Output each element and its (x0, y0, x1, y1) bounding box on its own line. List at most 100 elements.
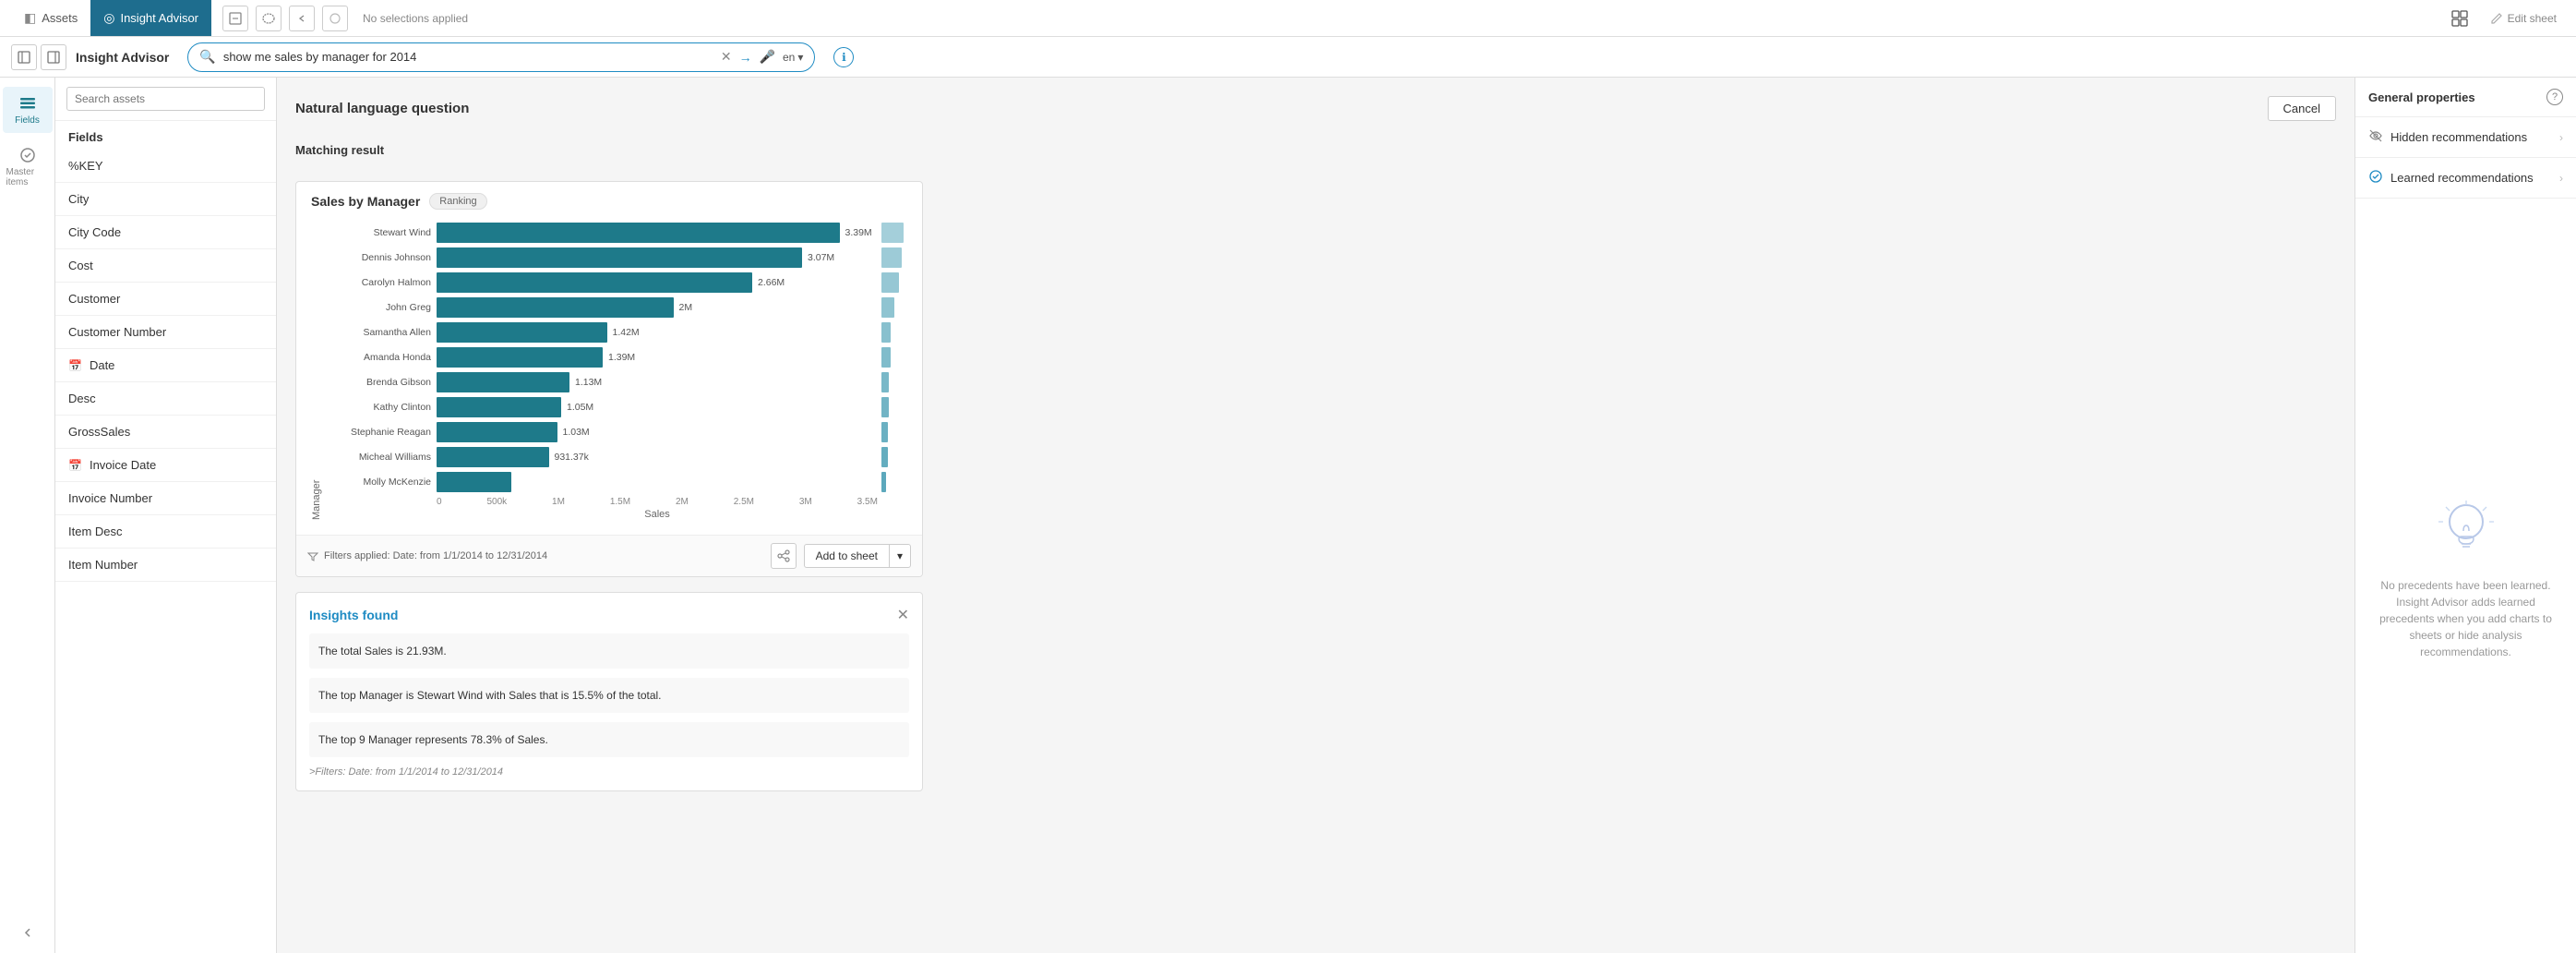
bar-container: 1.03M (437, 422, 878, 442)
field-item[interactable]: Item Number (55, 549, 276, 582)
search-input[interactable] (223, 50, 713, 64)
add-to-sheet-btn[interactable]: Add to sheet ▾ (804, 544, 911, 568)
language-select[interactable]: en ▾ (783, 51, 803, 64)
add-sheet-dropdown-arrow[interactable]: ▾ (890, 545, 910, 567)
submit-search-btn[interactable]: → (739, 50, 752, 65)
field-item[interactable]: %KEY (55, 150, 276, 183)
bar-label: John Greg (329, 302, 431, 313)
assets-search-input[interactable] (66, 87, 265, 111)
bar-label: Samantha Allen (329, 327, 431, 338)
insight-advisor-toplabel: Insight Advisor (120, 11, 198, 25)
content-wrapper: Natural language question Cancel Matchin… (277, 78, 2576, 953)
footer-actions: Add to sheet ▾ (771, 543, 911, 569)
field-item[interactable]: Desc (55, 382, 276, 416)
info-btn[interactable]: ℹ (833, 47, 854, 67)
insights-close-btn[interactable]: ✕ (897, 606, 909, 624)
bar-row: Micheal Williams 931.37k (329, 447, 878, 467)
bar-row: Dennis Johnson 3.07M (329, 247, 878, 268)
bar-label: Stephanie Reagan (329, 427, 431, 438)
icon-rail: Fields Master items (0, 78, 55, 953)
field-item[interactable]: GrossSales (55, 416, 276, 449)
bar (437, 297, 674, 318)
field-item[interactable]: Customer Number (55, 316, 276, 349)
insight-advisor-tab[interactable]: ◎ Insight Advisor (90, 0, 211, 36)
help-btn[interactable]: ? (2546, 89, 2563, 105)
nlq-title: Natural language question (295, 101, 469, 116)
chart-title: Sales by Manager (311, 194, 420, 209)
cancel-btn[interactable]: Cancel (2268, 96, 2336, 121)
right-panel-toggle[interactable] (41, 44, 66, 70)
bar-value: 3.39M (845, 227, 872, 238)
bar-label: Brenda Gibson (329, 377, 431, 388)
clear-search-btn[interactable]: ✕ (721, 49, 732, 65)
insight-card-2: The top Manager is Stewart Wind with Sal… (309, 678, 909, 713)
bar (437, 322, 607, 343)
fields-title: Fields (55, 121, 276, 150)
assets-label: Assets (42, 11, 78, 25)
small-bar (881, 472, 886, 492)
assets-tab[interactable]: ◧ Assets (11, 0, 90, 36)
bar-container: 3.39M (437, 223, 878, 243)
small-bar (881, 322, 891, 343)
left-panel-toggle[interactable] (11, 44, 37, 70)
hidden-rec-chevron-icon: › (2559, 131, 2563, 144)
bar (437, 397, 561, 417)
forward-tool-btn[interactable] (322, 6, 348, 31)
chart-footer: Filters applied: Date: from 1/1/2014 to … (296, 535, 922, 576)
chart-area: Manager Stewart Wind 3.39M Dennis Johnso… (296, 215, 922, 535)
bar (437, 372, 569, 392)
fields-rail-item[interactable]: Fields (3, 87, 53, 133)
share-btn[interactable] (771, 543, 797, 569)
main-layout: Fields Master items Fields %KEYCityCity … (0, 78, 2576, 953)
left-panel-search (55, 78, 276, 121)
field-item[interactable]: Item Desc (55, 515, 276, 549)
select-tool-btn[interactable] (222, 6, 248, 31)
back-tool-btn[interactable] (289, 6, 315, 31)
bar (437, 447, 549, 467)
bar-value: 1.13M (575, 377, 602, 388)
field-item[interactable]: 📅Invoice Date (55, 449, 276, 482)
language-value: en (783, 51, 795, 64)
field-item[interactable]: 📅Date (55, 349, 276, 382)
x-tick: 500k (486, 497, 507, 507)
field-item[interactable]: City (55, 183, 276, 216)
y-axis-label: Manager (311, 223, 322, 520)
collapse-rail-btn[interactable] (19, 924, 36, 944)
chart-card: Sales by Manager Ranking Manager Stewart… (295, 181, 923, 577)
add-sheet-label[interactable]: Add to sheet (805, 545, 890, 567)
master-items-rail-label: Master items (6, 167, 49, 187)
no-selections-indicator: No selections applied (355, 12, 475, 25)
top-bar: ◧ Assets ◎ Insight Advisor No selections… (0, 0, 2576, 37)
bar (437, 223, 840, 243)
grid-view-btn[interactable] (2445, 4, 2474, 33)
bar-value: 1.39M (608, 352, 635, 363)
field-item[interactable]: Cost (55, 249, 276, 283)
bar-container (437, 472, 878, 492)
check-circle-icon (2368, 169, 2383, 187)
lasso-tool-btn[interactable] (256, 6, 282, 31)
search-bar[interactable]: 🔍 ✕ → 🎤 en ▾ (187, 42, 815, 72)
bar-container: 3.07M (437, 247, 878, 268)
x-tick: 1M (552, 497, 565, 507)
field-item[interactable]: Invoice Number (55, 482, 276, 515)
bar-row: Carolyn Halmon 2.66M (329, 272, 878, 293)
left-panel: Fields %KEYCityCity CodeCostCustomerCust… (55, 78, 277, 953)
field-item[interactable]: City Code (55, 216, 276, 249)
insight-advisor-heading: Insight Advisor (76, 50, 169, 65)
edit-sheet-btn[interactable]: Edit sheet (2482, 7, 2565, 30)
nlq-header: Natural language question Cancel (295, 96, 2336, 121)
bar-value: 2.66M (758, 277, 785, 288)
bar-value: 3.07M (808, 252, 834, 263)
x-tick: 1.5M (610, 497, 630, 507)
right-sidebar-title: General properties (2368, 90, 2475, 104)
hidden-recommendations-item[interactable]: Hidden recommendations › (2355, 117, 2576, 158)
master-items-rail-item[interactable]: Master items (3, 139, 53, 195)
matching-result-label: Matching result (295, 143, 2336, 157)
bar (437, 347, 603, 368)
bar-container: 2M (437, 297, 878, 318)
bar-container: 1.39M (437, 347, 878, 368)
mic-btn[interactable]: 🎤 (760, 49, 775, 65)
field-item[interactable]: Customer (55, 283, 276, 316)
panel-toggles (11, 44, 66, 70)
learned-recommendations-item[interactable]: Learned recommendations › (2355, 158, 2576, 199)
